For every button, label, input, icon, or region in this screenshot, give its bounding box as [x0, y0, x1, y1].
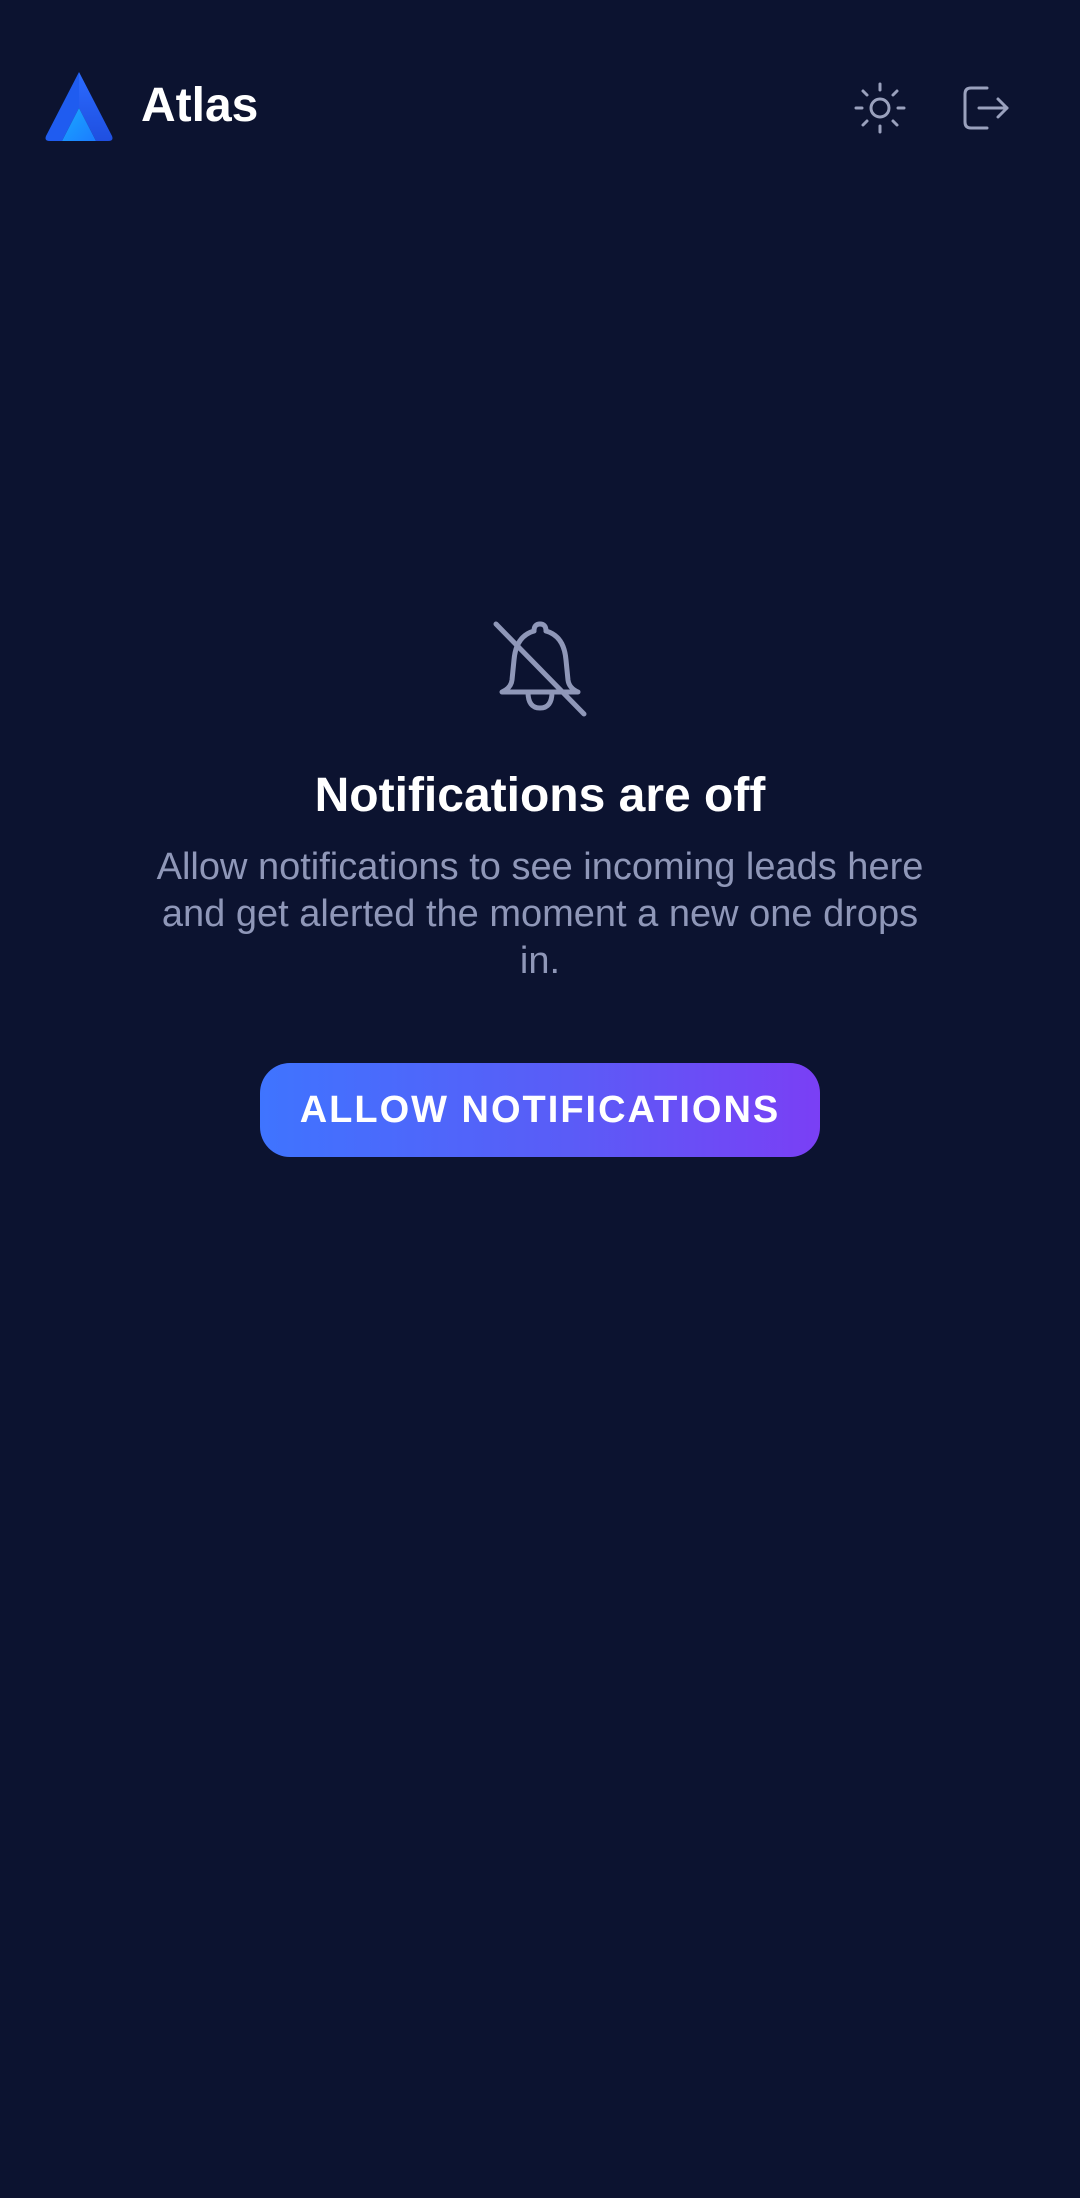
allow-notifications-button[interactable]: ALLOW NOTIFICATIONS [260, 1063, 820, 1157]
theme-toggle-button[interactable] [850, 78, 910, 138]
app-header: Atlas [0, 0, 1080, 214]
app-title: Atlas [141, 79, 259, 132]
logout-icon [963, 86, 1009, 130]
notifications-screen: Atlas Notifications are off Allow notifi… [0, 0, 1080, 2198]
empty-state-title: Notifications are off [314, 769, 766, 822]
atlas-logo-icon [45, 72, 113, 141]
sun-icon [854, 82, 906, 134]
bell-off-icon [493, 621, 587, 717]
empty-state-message: Allow notifications to see incoming lead… [156, 846, 924, 982]
logout-button[interactable] [955, 78, 1015, 138]
